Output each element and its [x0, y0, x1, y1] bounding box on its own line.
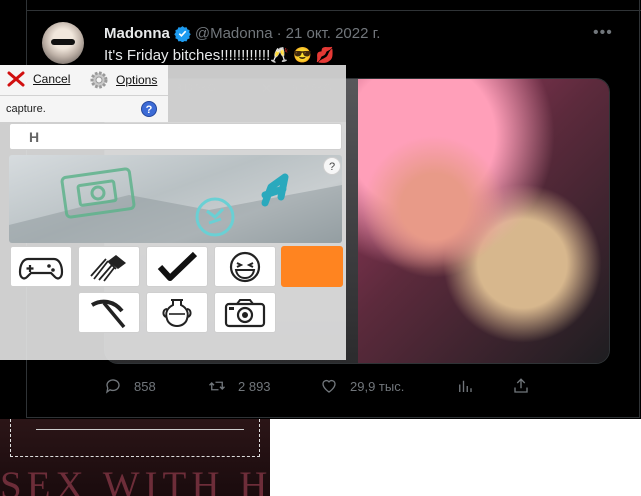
- overlay-toolbar: Cancel Options: [0, 65, 168, 96]
- retweet-button[interactable]: 2 893: [208, 377, 271, 395]
- brush-icon: [90, 254, 126, 282]
- laughing-face-icon: [229, 251, 261, 282]
- options-label: Options: [116, 73, 158, 87]
- stat-left: 348.5KG: [176, 83, 216, 94]
- answer-input[interactable]: H: [9, 123, 342, 150]
- gear-icon: [90, 71, 108, 89]
- answer-value: H: [29, 129, 40, 145]
- checkmark-icon: [157, 251, 198, 281]
- challenge-image: ?: [9, 155, 342, 243]
- gamepad-icon: [18, 257, 64, 279]
- tweet-actions: 858 2 893 29,9 тыс.: [104, 372, 534, 400]
- poster-image: SEX WITH HER: [0, 419, 270, 496]
- cancel-label: Cancel: [33, 72, 71, 86]
- views-button[interactable]: [456, 377, 474, 395]
- analytics-icon: [459, 380, 472, 392]
- poster-frame: [10, 419, 260, 457]
- avatar[interactable]: [42, 22, 84, 64]
- refresh-button[interactable]: ?: [323, 157, 341, 175]
- poster-text: SEX WITH HER: [0, 464, 270, 496]
- reply-count: 858: [134, 378, 156, 394]
- camera-icon: [224, 298, 266, 327]
- choice-vase[interactable]: [146, 292, 208, 333]
- author-name[interactable]: Madonna: [104, 25, 170, 42]
- hint-text: capture.: [6, 103, 46, 115]
- choice-laughing-face[interactable]: [214, 246, 276, 287]
- cancel-button[interactable]: Cancel: [7, 71, 70, 87]
- heart-icon: [322, 379, 336, 393]
- retweet-count: 2 893: [238, 378, 271, 394]
- hint-bar: capture. ?: [0, 96, 168, 122]
- choice-checkmark[interactable]: [146, 246, 208, 287]
- orange-color-choice[interactable]: [281, 246, 343, 287]
- choice-camera[interactable]: [214, 292, 276, 333]
- options-button[interactable]: Options: [89, 70, 157, 90]
- pickaxe-icon: [90, 299, 126, 328]
- stats-strip: 348.5KG ✕ 672.8KG: [168, 65, 346, 122]
- reply-icon: [105, 379, 120, 394]
- challenge-graphic: [9, 167, 342, 243]
- vase-icon: [162, 298, 192, 327]
- like-count: 29,9 тыс.: [350, 378, 405, 394]
- choice-gamepad[interactable]: [10, 246, 72, 287]
- more-icon[interactable]: •••: [593, 24, 613, 42]
- separator: ·: [276, 25, 282, 42]
- choice-pickaxe[interactable]: [78, 292, 140, 333]
- help-icon[interactable]: ?: [141, 101, 157, 117]
- share-button[interactable]: [512, 377, 530, 395]
- verified-badge-icon: [174, 25, 191, 43]
- tweet-header: Madonna @Madonna · 21 окт. 2022 г.: [104, 25, 381, 43]
- close-icon[interactable]: ✕: [260, 79, 273, 99]
- retweet-icon: [209, 381, 225, 391]
- tweet-text: It's Friday bitches!!!!!!!!!!!!🥂 😎 💋: [104, 47, 335, 64]
- divider: [27, 10, 641, 11]
- stat-right: 672.8KG: [292, 83, 332, 94]
- media-image-right[interactable]: [358, 79, 609, 363]
- overlay-panel: Cancel Options capture. ? 348.5KG ✕ 672.…: [0, 65, 346, 360]
- reply-button[interactable]: 858: [104, 377, 156, 395]
- share-icon: [514, 378, 528, 393]
- author-handle[interactable]: @Madonna: [195, 25, 273, 42]
- close-icon: [7, 71, 25, 87]
- page-background: [270, 419, 641, 496]
- like-button[interactable]: 29,9 тыс.: [320, 377, 404, 395]
- choice-brush[interactable]: [78, 246, 140, 287]
- tweet-date[interactable]: 21 окт. 2022 г.: [286, 25, 381, 42]
